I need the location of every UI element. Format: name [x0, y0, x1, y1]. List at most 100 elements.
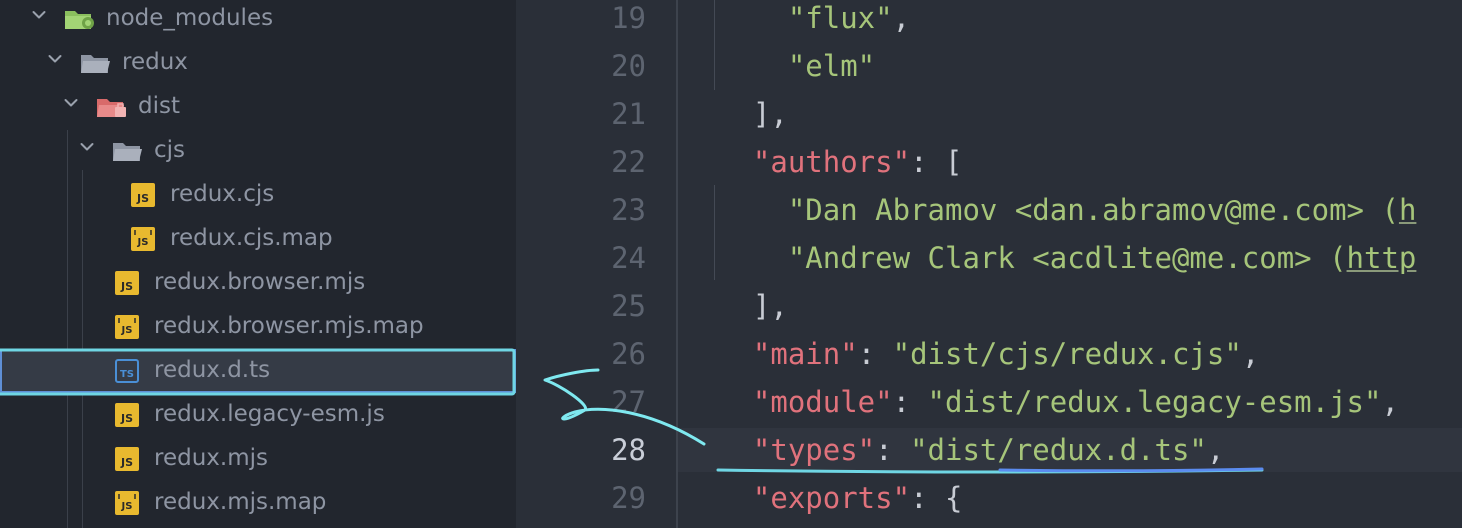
chevron-down-icon[interactable]	[32, 9, 46, 21]
chevron-down-icon[interactable]	[80, 141, 94, 153]
line-number: 26	[611, 337, 646, 371]
punctuation-token: ],	[718, 97, 788, 131]
code-text: "elm"	[718, 44, 875, 88]
punctuation-token	[718, 1, 788, 35]
tree-item-label: dist	[138, 93, 180, 119]
json-string-token: "Dan Abramov <dan.abramov@me.com> (	[787, 193, 1399, 227]
tree-item-label: redux.browser.mjs	[154, 269, 366, 295]
punctuation-token	[718, 385, 753, 419]
json-string-token: "flux"	[787, 1, 893, 35]
js-map-file-icon: JS	[115, 315, 139, 339]
tree-item-label: redux	[122, 49, 188, 75]
punctuation-token: :	[875, 433, 911, 467]
code-line[interactable]: 25 ],	[516, 282, 1462, 330]
svg-text:JS: JS	[121, 501, 133, 512]
url-token[interactable]: http	[1347, 241, 1417, 275]
punctuation-token	[718, 337, 753, 371]
code-text: "module": "dist/redux.legacy-esm.js",	[718, 380, 1399, 424]
file-explorer: node_modules redux dist cjs JS redux.cjs JS red…	[0, 0, 516, 528]
svg-text:TS: TS	[120, 369, 134, 380]
code-line[interactable]: 26 "main": "dist/cjs/redux.cjs",	[516, 330, 1462, 378]
tree-item-label: redux.mjs.map	[154, 489, 327, 515]
json-key-token: "types"	[752, 433, 876, 467]
tree-item-label: node_modules	[106, 5, 274, 31]
code-text: "Dan Abramov <dan.abramov@me.com> (h	[718, 188, 1417, 232]
punctuation-token: :	[857, 337, 893, 371]
punctuation-token: ,	[1241, 337, 1260, 371]
svg-text:JS: JS	[137, 237, 149, 248]
code-line[interactable]: 28 "types": "dist/redux.d.ts",	[516, 426, 1462, 474]
code-text: ],	[718, 92, 788, 136]
punctuation-token: ,	[1381, 385, 1399, 419]
chevron-down-icon[interactable]	[48, 53, 62, 65]
tree-file-row[interactable]: JS redux.mjs	[0, 437, 516, 481]
punctuation-token	[718, 433, 753, 467]
punctuation-token: ,	[892, 1, 911, 35]
code-editor[interactable]: 19 "flux", 20 "elm" 21 ], 22 "authors": [23…	[516, 0, 1462, 528]
tree-file-row[interactable]: JS redux.browser.mjs	[0, 261, 516, 305]
code-line[interactable]: 20 "elm"	[516, 42, 1462, 90]
tree-item-label: redux.cjs	[170, 181, 275, 207]
tree-file-row[interactable]: JS redux.legacy-esm.js	[0, 393, 516, 437]
tree-folder-row[interactable]: dist	[0, 85, 516, 129]
json-string-token: "dist/cjs/redux.cjs"	[892, 337, 1242, 371]
punctuation-token	[718, 481, 753, 515]
punctuation-token	[718, 145, 753, 179]
svg-text:JS: JS	[120, 456, 133, 469]
code-line[interactable]: 23 "Dan Abramov <dan.abramov@me.com> (h	[516, 186, 1462, 234]
line-number: 29	[611, 481, 646, 515]
tree-folder-row[interactable]: cjs	[0, 129, 516, 173]
tree-file-row[interactable]: JS redux.cjs	[0, 173, 516, 217]
folder-node-icon	[64, 7, 94, 31]
js-file-icon: JS	[131, 183, 155, 207]
line-number: 24	[611, 241, 646, 275]
json-key-token: "module"	[752, 385, 893, 419]
line-number: 22	[611, 145, 646, 179]
tree-item-label: redux.mjs	[154, 445, 268, 471]
js-file-icon: JS	[115, 403, 139, 427]
folder-dist-icon	[96, 95, 126, 119]
punctuation-token	[718, 241, 788, 275]
tree-file-row[interactable]: JS redux.mjs.map	[0, 481, 516, 525]
punctuation-token: :	[892, 385, 928, 419]
folder-icon	[80, 51, 110, 75]
tree-folder-row[interactable]: node_modules	[0, 0, 516, 41]
line-number: 23	[611, 193, 646, 227]
code-text: ],	[718, 284, 788, 328]
json-string-token: "dist/redux.legacy-esm.js"	[927, 385, 1382, 419]
code-line[interactable]: 19 "flux",	[516, 0, 1462, 42]
tree-item-label: redux.d.ts	[154, 357, 271, 383]
code-line[interactable]: 24 "Andrew Clark <acdlite@me.com> (http	[516, 234, 1462, 282]
code-text: "authors": [	[718, 140, 963, 184]
tree-item-label: redux.legacy-esm.js	[154, 401, 385, 427]
code-line[interactable]: 22 "authors": [	[516, 138, 1462, 186]
chevron-down-icon[interactable]	[64, 97, 78, 109]
json-key-token: "authors"	[752, 145, 911, 179]
tree-file-row[interactable]: TS redux.d.ts	[0, 349, 516, 393]
code-text: "exports": {	[718, 476, 963, 520]
js-file-icon: JS	[115, 447, 139, 471]
line-number: 19	[611, 1, 646, 35]
url-token[interactable]: h	[1399, 193, 1416, 227]
json-key-token: "main"	[752, 337, 858, 371]
tree-file-row[interactable]: JS redux.cjs.map	[0, 217, 516, 261]
js-map-file-icon: JS	[131, 227, 155, 251]
tree-file-row[interactable]: JS redux.browser.mjs.map	[0, 305, 516, 349]
tree-item-label: redux.cjs.map	[170, 225, 333, 251]
code-line[interactable]: 29 "exports": {	[516, 474, 1462, 522]
json-string-token: "elm"	[787, 49, 876, 83]
punctuation-token	[718, 49, 788, 83]
punctuation-token: : {	[910, 481, 963, 515]
code-text: "types": "dist/redux.d.ts",	[718, 428, 1224, 472]
code-line[interactable]: 27 "module": "dist/redux.legacy-esm.js",	[516, 378, 1462, 426]
ide-window: node_modules redux dist cjs JS redux.cjs JS red…	[0, 0, 1462, 528]
svg-text:JS: JS	[121, 325, 133, 336]
punctuation-token: : [	[910, 145, 963, 179]
svg-text:JS: JS	[136, 192, 149, 205]
line-number: 28	[611, 433, 646, 467]
punctuation-token	[718, 193, 788, 227]
code-line[interactable]: 21 ],	[516, 90, 1462, 138]
punctuation-token: ],	[718, 289, 788, 323]
tree-folder-row[interactable]: redux	[0, 41, 516, 85]
code-text: "Andrew Clark <acdlite@me.com> (http	[718, 236, 1417, 280]
